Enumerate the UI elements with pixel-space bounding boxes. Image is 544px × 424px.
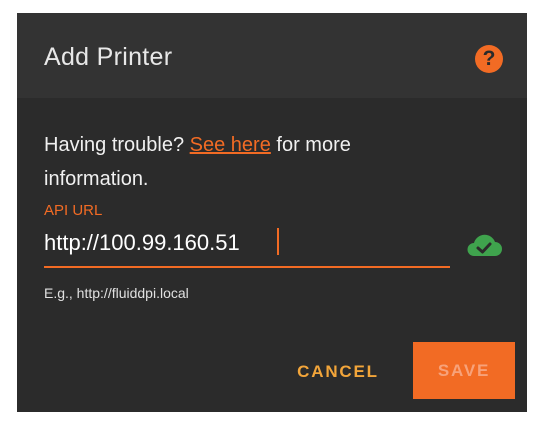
cancel-button[interactable]: CANCEL [283,356,393,388]
cloud-check-icon [467,234,502,256]
api-url-underline [44,266,450,268]
help-icon[interactable]: ? [475,45,503,73]
api-url-input[interactable] [44,227,444,259]
text-cursor [277,228,279,255]
add-printer-dialog: Add Printer ? Having trouble? See here f… [17,13,527,412]
info-prefix: Having trouble? [44,134,185,156]
info-text: Having trouble? See here for more inform… [44,128,444,196]
dialog-title: Add Printer [44,43,173,71]
dialog-header: Add Printer ? [17,13,527,98]
api-url-label: API URL [44,202,103,219]
save-button[interactable]: SAVE [413,342,515,399]
api-url-hint: E.g., http://fluiddpi.local [44,285,189,301]
see-here-link[interactable]: See here [190,134,271,156]
